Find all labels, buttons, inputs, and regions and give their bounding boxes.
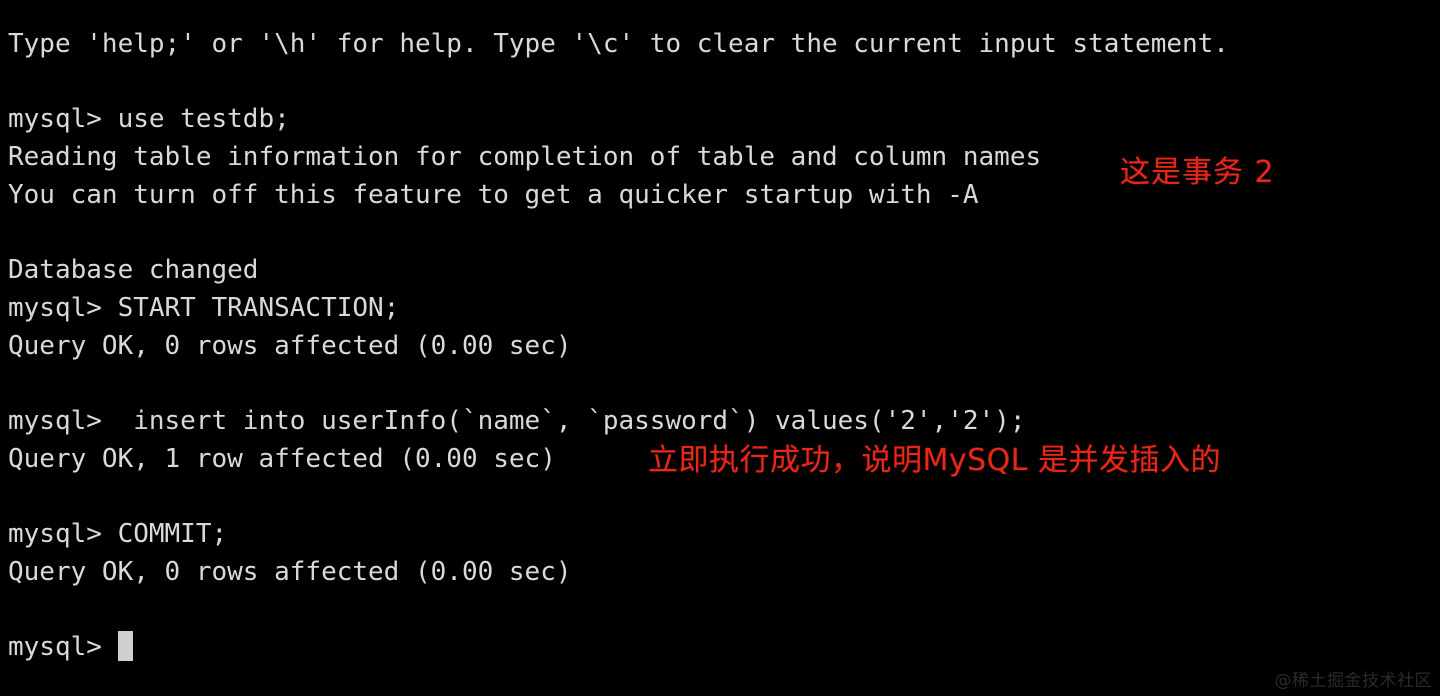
terminal-line-database-changed: Database changed <box>8 255 259 286</box>
terminal-cursor <box>117 631 134 661</box>
terminal-line-insert-statement: mysql> insert into userInfo(`name`, `pas… <box>8 405 1026 436</box>
terminal-prompt-line[interactable]: mysql> <box>8 629 1428 667</box>
terminal-line-commit: mysql> COMMIT; <box>8 518 228 549</box>
terminal-line: Type 'help;' or '\h' for help. Type '\c'… <box>8 29 1229 59</box>
watermark: @稀土掘金技术社区 <box>1274 671 1432 691</box>
terminal-line-start-transaction: mysql> START TRANSACTION; <box>8 292 400 323</box>
terminal-prompt: mysql> <box>8 632 118 662</box>
annotation-transaction-label: 这是事务 2 <box>1120 155 1275 190</box>
terminal-line-query-ok: Query OK, 0 rows affected (0.00 sec) <box>8 556 572 587</box>
terminal-line-use-testdb: mysql> use testdb; <box>8 104 290 135</box>
terminal-window[interactable]: Type 'help;' or '\h' for help. Type '\c'… <box>0 0 1440 696</box>
annotation-concurrent-insert-label: 立即执行成功，说明MySQL 是并发插入的 <box>648 443 1222 478</box>
terminal-output: Type 'help;' or '\h' for help. Type '\c'… <box>8 26 1428 667</box>
terminal-line-query-ok: Query OK, 0 rows affected (0.00 sec) <box>8 330 572 361</box>
